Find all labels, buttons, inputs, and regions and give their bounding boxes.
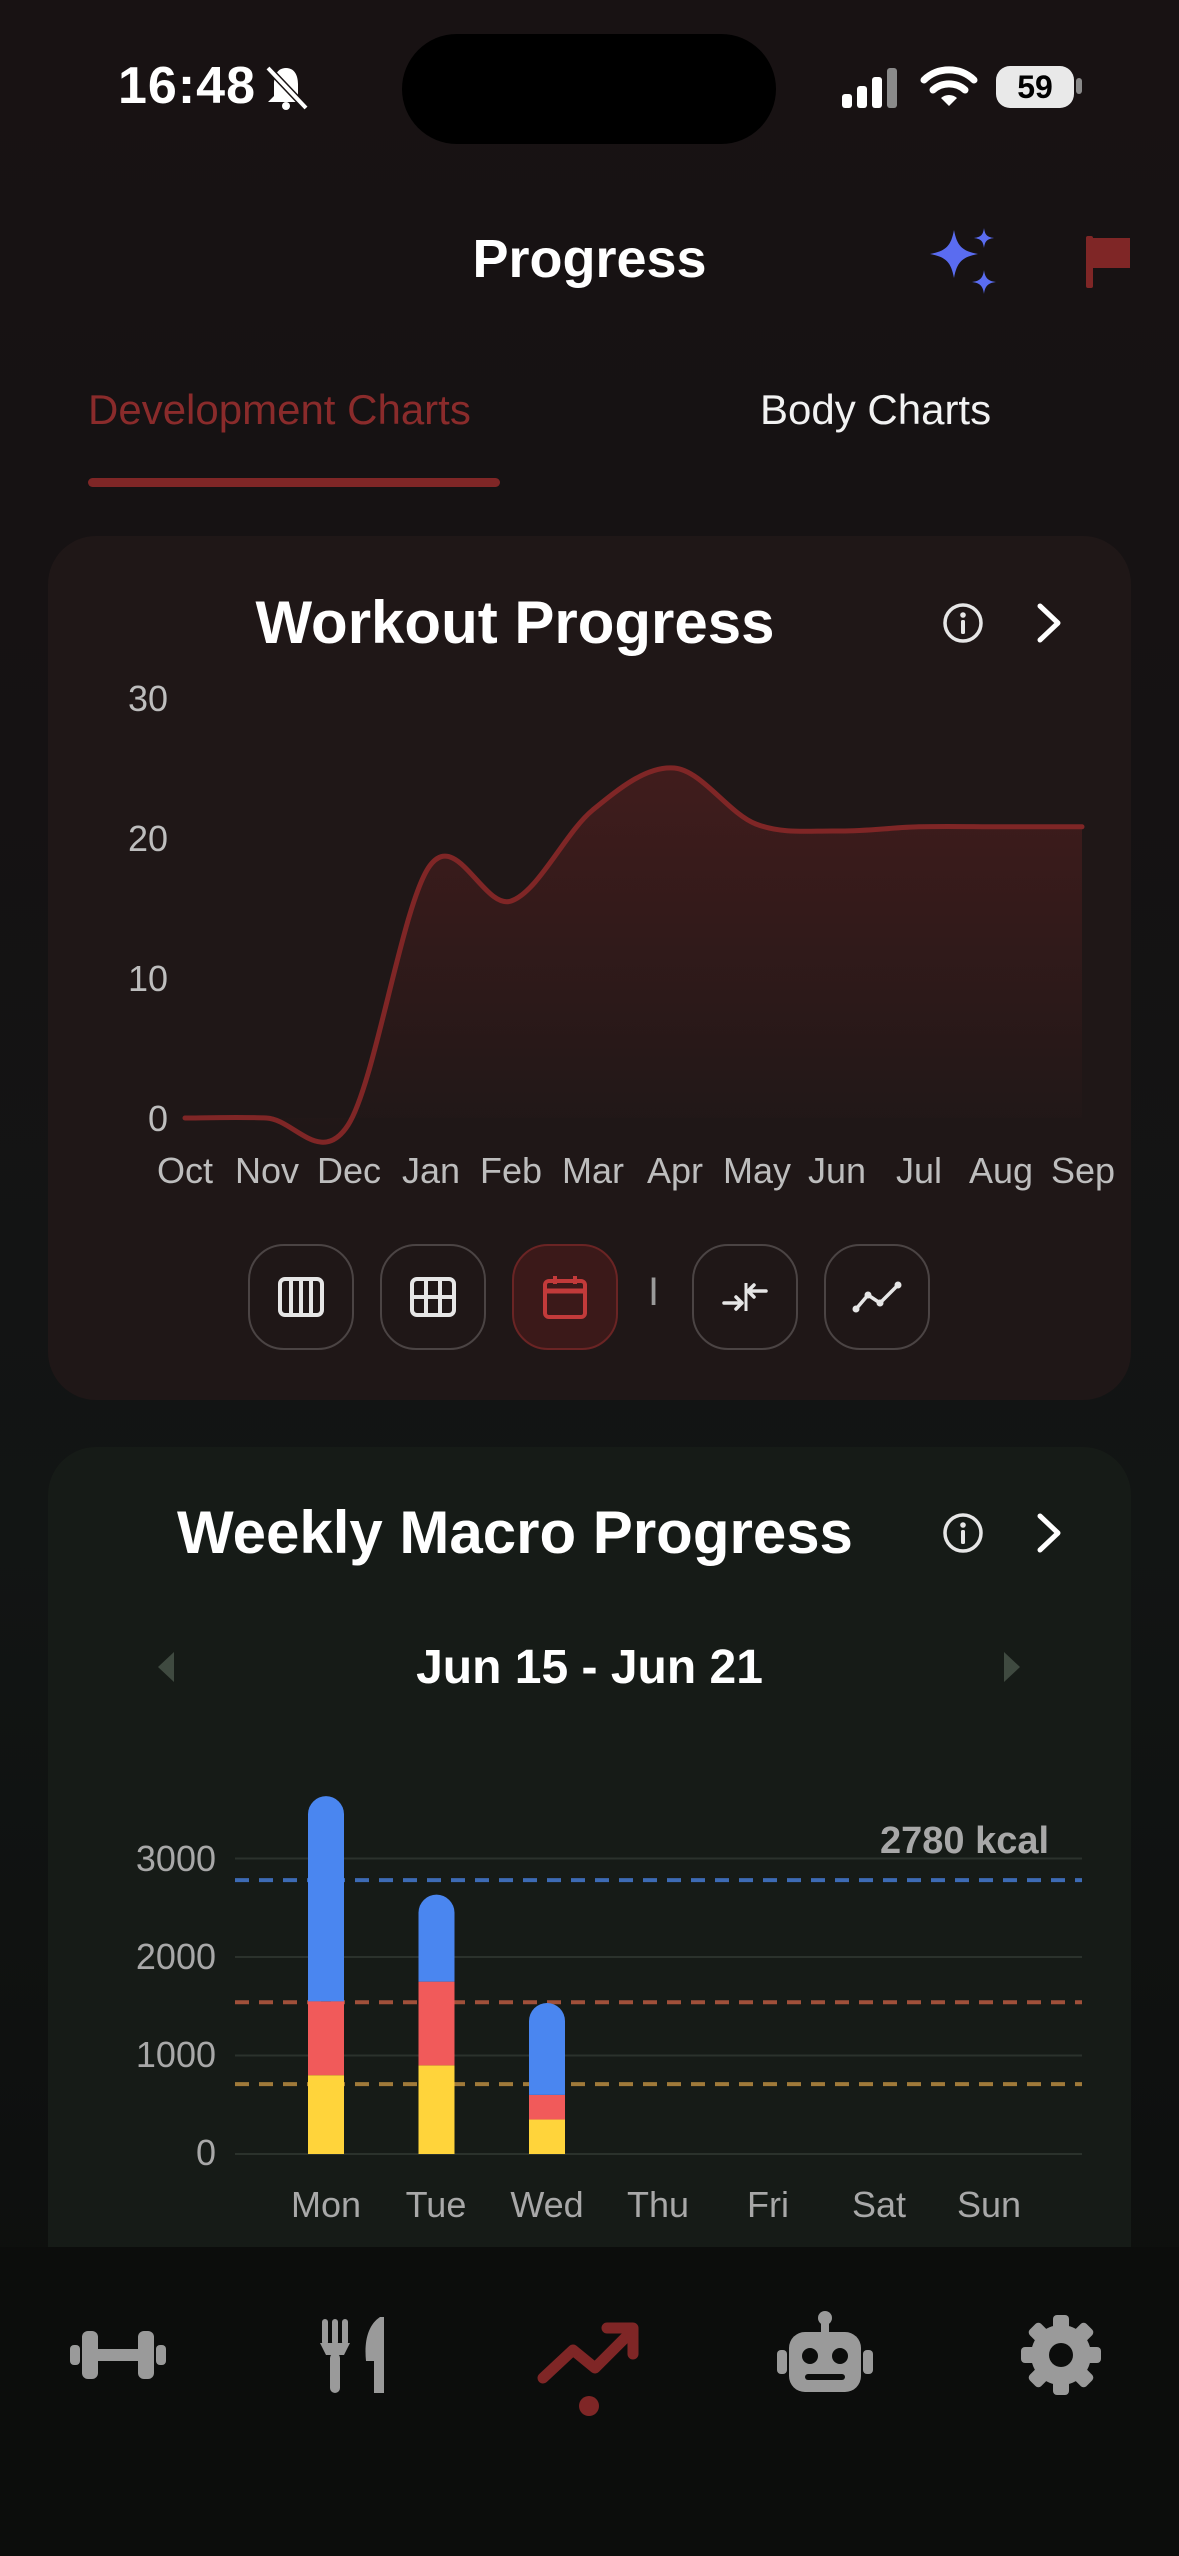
- line-area-fill: [185, 767, 1082, 1143]
- x-tick-label: Sep: [1050, 1150, 1116, 1191]
- weekly-macro-bar-chart: [235, 1796, 1082, 2155]
- trending-up-icon: [537, 2322, 639, 2384]
- macro-bar-segment[interactable]: [418, 2065, 455, 2154]
- macro-bar-cap: [529, 2003, 565, 2040]
- grid-icon: [410, 1277, 456, 1317]
- chevron-right-icon[interactable]: [1034, 1512, 1064, 1554]
- compare-arrows-icon: [722, 1283, 768, 1311]
- robot-icon: [777, 2311, 873, 2392]
- x-tick-label: Fri: [747, 2184, 789, 2225]
- macro-bar-cap: [308, 1796, 344, 1833]
- nav-nutrition[interactable]: [294, 2300, 414, 2410]
- trend-line-button[interactable]: [824, 1244, 930, 1350]
- control-separator: I: [648, 1270, 660, 1314]
- x-tick-label: Sat: [851, 2184, 907, 2225]
- wifi-icon: [920, 66, 978, 106]
- nav-workouts[interactable]: [58, 2300, 178, 2410]
- active-tab-indicator: [88, 478, 500, 487]
- battery-indicator: 59: [996, 66, 1074, 108]
- calendar-icon: [543, 1276, 587, 1319]
- x-tick-label: May: [722, 1150, 791, 1191]
- dynamic-island: [402, 34, 776, 144]
- calendar-view-button[interactable]: [512, 1244, 618, 1350]
- active-nav-dot: [579, 2396, 599, 2416]
- x-tick-label: Sun: [956, 2184, 1022, 2225]
- battery-cap: [1076, 78, 1082, 94]
- battery-level: 59: [1017, 68, 1053, 105]
- sparkle-ai-button[interactable]: [926, 226, 1002, 298]
- x-tick-label: Wed: [510, 2184, 584, 2225]
- page-title: Progress: [472, 229, 707, 289]
- nav-settings[interactable]: [1001, 2300, 1121, 2410]
- dumbbell-icon: [70, 2331, 166, 2379]
- trend-line-icon: [852, 1281, 902, 1313]
- nav-progress[interactable]: [529, 2300, 649, 2410]
- x-tick-label: Aug: [968, 1150, 1034, 1191]
- next-week-arrow[interactable]: [1000, 1650, 1024, 1684]
- x-tick-label: Jan: [401, 1150, 461, 1191]
- x-tick-label: Nov: [234, 1150, 300, 1191]
- x-tick-label: Apr: [646, 1150, 704, 1191]
- macro-bar-segment[interactable]: [308, 2075, 344, 2154]
- x-tick-label: Mon: [290, 2184, 362, 2225]
- tab-body-charts[interactable]: Body Charts: [760, 386, 991, 434]
- macro-bar-cap: [418, 1894, 455, 1931]
- macro-bar-segment[interactable]: [418, 1981, 455, 2066]
- macro-bar-segment[interactable]: [529, 2094, 565, 2120]
- silent-bell-icon: [265, 65, 309, 111]
- flag-icon[interactable]: [1084, 234, 1134, 288]
- compare-button[interactable]: [692, 1244, 798, 1350]
- grid-view-button[interactable]: [380, 1244, 486, 1350]
- macro-bar-segment[interactable]: [308, 1814, 344, 2002]
- workout-line-chart: [182, 765, 1085, 1145]
- cellular-signal-icon: [842, 68, 897, 108]
- columns-icon: [278, 1277, 324, 1317]
- status-time: 16:48: [118, 57, 256, 115]
- gear-icon: [1021, 2315, 1101, 2395]
- x-tick-label: Feb: [479, 1150, 543, 1191]
- fork-knife-icon: [320, 2317, 384, 2393]
- info-icon[interactable]: [942, 1512, 984, 1554]
- x-tick-label: Jul: [895, 1150, 943, 1191]
- x-tick-label: Thu: [626, 2184, 690, 2225]
- nav-ai-coach[interactable]: [765, 2300, 885, 2410]
- x-tick-label: Mar: [562, 1150, 624, 1191]
- macro-card-title: Weekly Macro Progress: [177, 1499, 853, 1566]
- x-tick-label: Jun: [807, 1150, 867, 1191]
- columns-view-button[interactable]: [248, 1244, 354, 1350]
- macro-bar-segment[interactable]: [308, 2001, 344, 2076]
- x-tick-label: Tue: [405, 2184, 467, 2225]
- x-tick-label: Dec: [316, 1150, 382, 1191]
- tab-development-charts[interactable]: Development Charts: [88, 386, 471, 434]
- macro-bar-segment[interactable]: [529, 2119, 565, 2154]
- x-tick-label: Oct: [156, 1150, 213, 1191]
